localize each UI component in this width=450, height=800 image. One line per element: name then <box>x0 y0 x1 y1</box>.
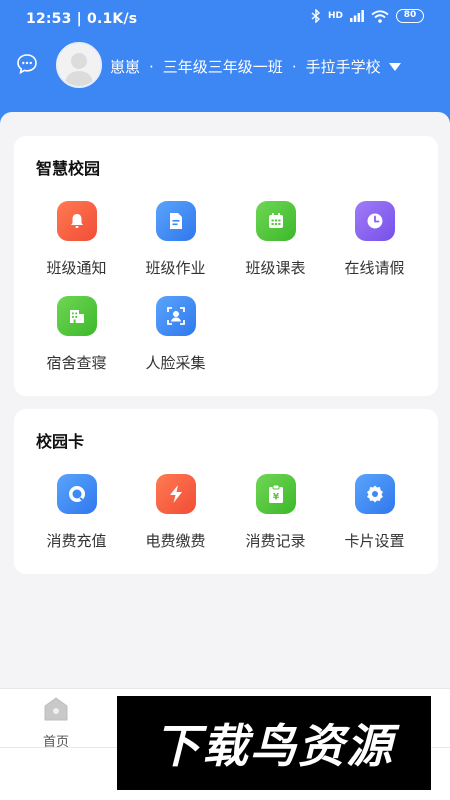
wifi-icon <box>371 9 389 23</box>
section-title: 智慧校园 <box>36 159 101 178</box>
bluetooth-icon <box>311 9 321 23</box>
menu-item-label: 人脸采集 <box>145 354 206 372</box>
bell-icon <box>56 201 97 241</box>
school-name: 手拉手学校 <box>305 58 381 76</box>
building-icon <box>56 296 97 336</box>
signal-label: HD <box>327 10 343 21</box>
recharge-icon <box>56 474 97 514</box>
chevron-down-icon[interactable] <box>388 62 401 71</box>
status-time: 12:53 | 0.1K/s <box>26 11 138 27</box>
menu-item-label: 电费缴费 <box>145 532 206 550</box>
settings-icon <box>354 474 395 514</box>
cell-signal-icon <box>350 10 364 22</box>
status-bar: 12:53 | 0.1K/s HD 80 <box>0 0 450 38</box>
menu-item-label: 班级作业 <box>145 259 206 277</box>
menu-item-class-homework[interactable]: 班级作业 <box>126 201 225 278</box>
menu-item-label: 宿舍查寝 <box>46 354 107 372</box>
menu-item-class-notice[interactable]: 班级通知 <box>27 201 126 278</box>
section-title: 校园卡 <box>36 432 85 451</box>
menu-item-label: 卡片设置 <box>344 532 405 550</box>
menu-item-electricity-payment[interactable]: 电费缴费 <box>126 474 225 551</box>
schedule-icon <box>255 201 296 241</box>
home-icon <box>44 697 68 721</box>
homework-icon <box>155 201 196 241</box>
menu-item-consumption-record[interactable]: ¥ 消费记录 <box>226 474 325 551</box>
watermark-text: 下载鸟资源 <box>154 719 394 773</box>
content-sheet: 智慧校园 班级通知 班级作业 班级课表 在线请假 宿舍查寝 人脸采集 校园卡 消… <box>0 112 450 688</box>
nav-home-tab[interactable]: 首页 <box>36 695 76 750</box>
battery-indicator: 80 <box>396 9 424 23</box>
menu-item-label: 班级通知 <box>46 259 107 277</box>
student-name: 崽崽 <box>110 58 141 76</box>
user-silhouette-icon <box>58 44 100 86</box>
face-scan-icon <box>155 296 196 336</box>
menu-item-label: 消费记录 <box>245 532 306 550</box>
avatar[interactable] <box>56 42 102 88</box>
smart-campus-card: 智慧校园 班级通知 班级作业 班级课表 在线请假 宿舍查寝 人脸采集 <box>14 136 438 396</box>
profile-row: 崽崽 · 三年级三年级一班 · 手拉手学校 <box>0 40 450 92</box>
campus-card-section: 校园卡 消费充值 电费缴费 ¥ 消费记录 卡片设置 <box>14 409 438 574</box>
class-name: 三年级三年级一班 <box>162 58 283 76</box>
menu-item-class-schedule[interactable]: 班级课表 <box>226 201 325 278</box>
watermark-overlay: 下载鸟资源 <box>117 696 431 790</box>
menu-item-label: 班级课表 <box>245 259 306 277</box>
menu-item-online-leave[interactable]: 在线请假 <box>325 201 424 278</box>
menu-item-face-capture[interactable]: 人脸采集 <box>126 296 225 373</box>
clock-icon <box>354 201 395 241</box>
menu-item-dorm-check[interactable]: 宿舍查寝 <box>27 296 126 373</box>
lightning-icon <box>155 474 196 514</box>
menu-item-label: 在线请假 <box>344 259 405 277</box>
menu-item-recharge[interactable]: 消费充值 <box>27 474 126 551</box>
status-icons: HD 80 <box>311 9 424 23</box>
profile-info[interactable]: 崽崽 · 三年级三年级一班 · 手拉手学校 <box>110 56 401 77</box>
chat-icon[interactable] <box>16 53 38 75</box>
separator-dot: · <box>291 57 297 76</box>
record-icon: ¥ <box>255 474 296 514</box>
svg-text:¥: ¥ <box>272 493 279 503</box>
separator-dot: · <box>149 57 154 76</box>
menu-item-card-settings[interactable]: 卡片设置 <box>325 474 424 551</box>
menu-item-label: 消费充值 <box>46 532 107 550</box>
